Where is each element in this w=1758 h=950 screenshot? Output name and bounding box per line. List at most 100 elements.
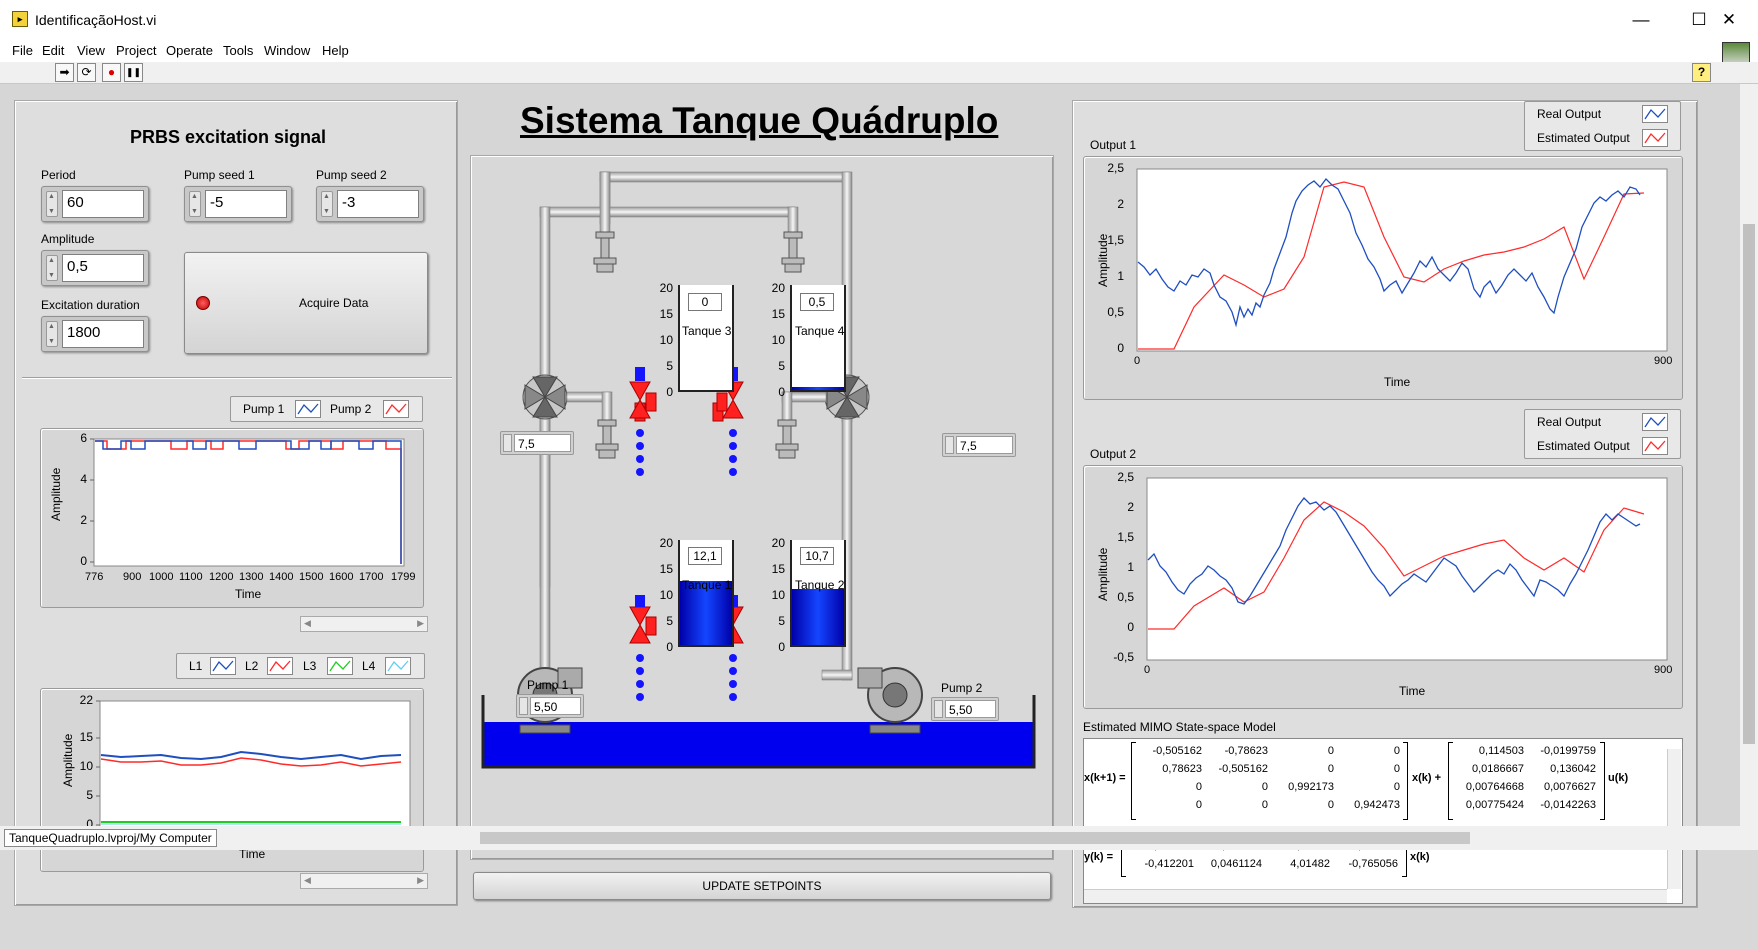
- amplitude-stepper[interactable]: [46, 255, 58, 281]
- context-help-button[interactable]: ?: [1692, 63, 1711, 82]
- legend-l1-swatch[interactable]: [210, 657, 236, 675]
- tank4-tick: 5: [778, 359, 785, 373]
- seed1-control[interactable]: -5: [184, 186, 292, 222]
- seed2-stepper[interactable]: [321, 191, 333, 217]
- seed2-input[interactable]: -3: [337, 190, 419, 218]
- a-cell: -0,505162: [1218, 763, 1268, 775]
- pump2-control[interactable]: 5,50: [931, 697, 999, 721]
- a-cell: 0: [1327, 745, 1334, 757]
- duration-stepper[interactable]: [46, 321, 58, 347]
- output1-title: Output 1: [1090, 138, 1137, 152]
- pause-button[interactable]: ❚❚: [124, 63, 143, 82]
- acquire-label: Acquire Data: [299, 296, 369, 310]
- pump2-stepper[interactable]: [934, 700, 943, 718]
- tank1-value: 12,1: [688, 547, 722, 565]
- left-divider: [22, 377, 452, 379]
- b-cell: 0,114503: [1478, 745, 1524, 757]
- legend-l4-label: L4: [362, 659, 376, 673]
- pump1-control[interactable]: 5,50: [516, 694, 584, 718]
- output1-legend-est-label: Estimated Output: [1537, 131, 1630, 145]
- run-continuously-button[interactable]: ⟳: [77, 63, 96, 82]
- tank2-fill: [792, 588, 844, 645]
- update-setpoints-button[interactable]: UPDATE SETPOINTS: [473, 872, 1051, 900]
- valve-left-stepper[interactable]: [503, 434, 512, 452]
- panel-vscrollbar[interactable]: [1740, 84, 1758, 826]
- matrix-a: -0,505162 -0,78623 0 0 0,78623 -0,505162 0 0 0…: [1136, 745, 1402, 817]
- pump-ytick: 6: [80, 431, 87, 445]
- level-chart-legend[interactable]: L1 L2 L3 L4: [176, 653, 425, 679]
- model-xk1-label: x(k+1) =: [1084, 772, 1126, 784]
- pump-xtick: 1100: [179, 571, 203, 583]
- legend-l3-swatch[interactable]: [327, 657, 353, 675]
- output1-chart[interactable]: 2,5 2 1,5 1 0,5 0 Amplitude 0 900 Time: [1083, 156, 1683, 400]
- menu-operate[interactable]: Operate: [166, 43, 213, 58]
- menu-help[interactable]: Help: [322, 43, 349, 58]
- output2-title: Output 2: [1090, 447, 1137, 461]
- menu-file[interactable]: File: [12, 43, 33, 58]
- output1-legend-est-swatch[interactable]: [1642, 129, 1668, 147]
- output2-legend[interactable]: Real Output Estimated Output: [1524, 409, 1681, 459]
- valve-right-control[interactable]: 7,5: [942, 433, 1016, 457]
- status-hscroll-thumb[interactable]: [480, 832, 1470, 844]
- valve-left-control[interactable]: 7,5: [500, 431, 574, 455]
- pump-ylabel: Amplitude: [49, 467, 63, 521]
- menu-edit[interactable]: Edit: [42, 43, 64, 58]
- tank3-tick: 10: [659, 333, 673, 347]
- level-chart-scrollbar[interactable]: ◀ ▶: [300, 873, 428, 889]
- a-cell: -0,78623: [1224, 745, 1268, 757]
- legend-pump2-swatch[interactable]: [383, 400, 409, 418]
- period-input[interactable]: 60: [62, 190, 144, 218]
- output2-chart[interactable]: 2,5 2 1,5 1 0,5 0 -0,5 Amplitude 0 900 T…: [1083, 465, 1683, 709]
- pump-chart-legend[interactable]: Pump 1 Pump 2: [230, 396, 423, 422]
- menu-view[interactable]: View: [77, 43, 105, 58]
- output1-chart-svg: [1136, 168, 1668, 352]
- menu-project[interactable]: Project: [116, 43, 156, 58]
- a-cell: 0,942473: [1354, 799, 1400, 811]
- valve-right-stepper[interactable]: [945, 436, 954, 454]
- pump1-stepper[interactable]: [519, 697, 528, 715]
- pump2-input[interactable]: 5,50: [945, 700, 996, 718]
- amplitude-control[interactable]: 0,5: [41, 250, 149, 286]
- period-stepper[interactable]: [46, 191, 58, 217]
- output2-legend-real-label: Real Output: [1537, 415, 1602, 429]
- a-cell: 0: [1393, 781, 1400, 793]
- legend-pump1-swatch[interactable]: [295, 400, 321, 418]
- legend-l3-label: L3: [303, 659, 317, 673]
- labview-window: ▸ IdentificaçãoHost.vi — ☐ ✕ File Edit V…: [0, 0, 1758, 950]
- model-hscrollbar[interactable]: [1084, 889, 1667, 903]
- model-vscrollbar[interactable]: [1667, 749, 1681, 889]
- valve-right-input[interactable]: 7,5: [956, 436, 1013, 454]
- output2-legend-est-swatch[interactable]: [1642, 437, 1668, 455]
- pump-chart-scrollbar[interactable]: ◀ ▶: [300, 616, 428, 632]
- pump-xtick: 1200: [209, 571, 234, 583]
- duration-control[interactable]: 1800: [41, 316, 149, 352]
- run-button[interactable]: ➡: [55, 63, 74, 82]
- menu-window[interactable]: Window: [264, 43, 310, 58]
- pump-xtick: 1799: [391, 571, 416, 583]
- tank3-tick: 5: [666, 359, 673, 373]
- valve-left-input[interactable]: 7,5: [514, 434, 571, 452]
- pump-waveform-chart[interactable]: 6 4 2 0 Amplitude 776 900 1000 1100 1200…: [40, 428, 424, 608]
- period-label: Period: [41, 168, 76, 182]
- seed2-control[interactable]: -3: [316, 186, 424, 222]
- abort-button[interactable]: ●: [102, 63, 121, 82]
- menu-tools[interactable]: Tools: [223, 43, 253, 58]
- minimize-button[interactable]: —: [1612, 0, 1670, 40]
- acquire-data-button[interactable]: Acquire Data: [184, 252, 428, 354]
- model-xk2-label: x(k): [1410, 851, 1430, 863]
- model-display[interactable]: x(k+1) = -0,505162 -0,78623 0 0 0,78623 -0,5…: [1083, 738, 1683, 904]
- amplitude-label: Amplitude: [41, 232, 95, 246]
- output2-legend-real-swatch[interactable]: [1642, 413, 1668, 431]
- output1-legend[interactable]: Real Output Estimated Output: [1524, 101, 1681, 151]
- amplitude-input[interactable]: 0,5: [62, 254, 144, 282]
- close-button[interactable]: ✕: [1700, 0, 1758, 40]
- duration-input[interactable]: 1800: [62, 320, 144, 348]
- seed1-stepper[interactable]: [189, 191, 201, 217]
- seed1-input[interactable]: -5: [205, 190, 287, 218]
- legend-l2-swatch[interactable]: [267, 657, 293, 675]
- period-control[interactable]: 60: [41, 186, 149, 222]
- output2-chart-svg: [1146, 477, 1668, 661]
- legend-l4-swatch[interactable]: [385, 657, 411, 675]
- pump1-input[interactable]: 5,50: [530, 697, 581, 715]
- output1-legend-real-swatch[interactable]: [1642, 105, 1668, 123]
